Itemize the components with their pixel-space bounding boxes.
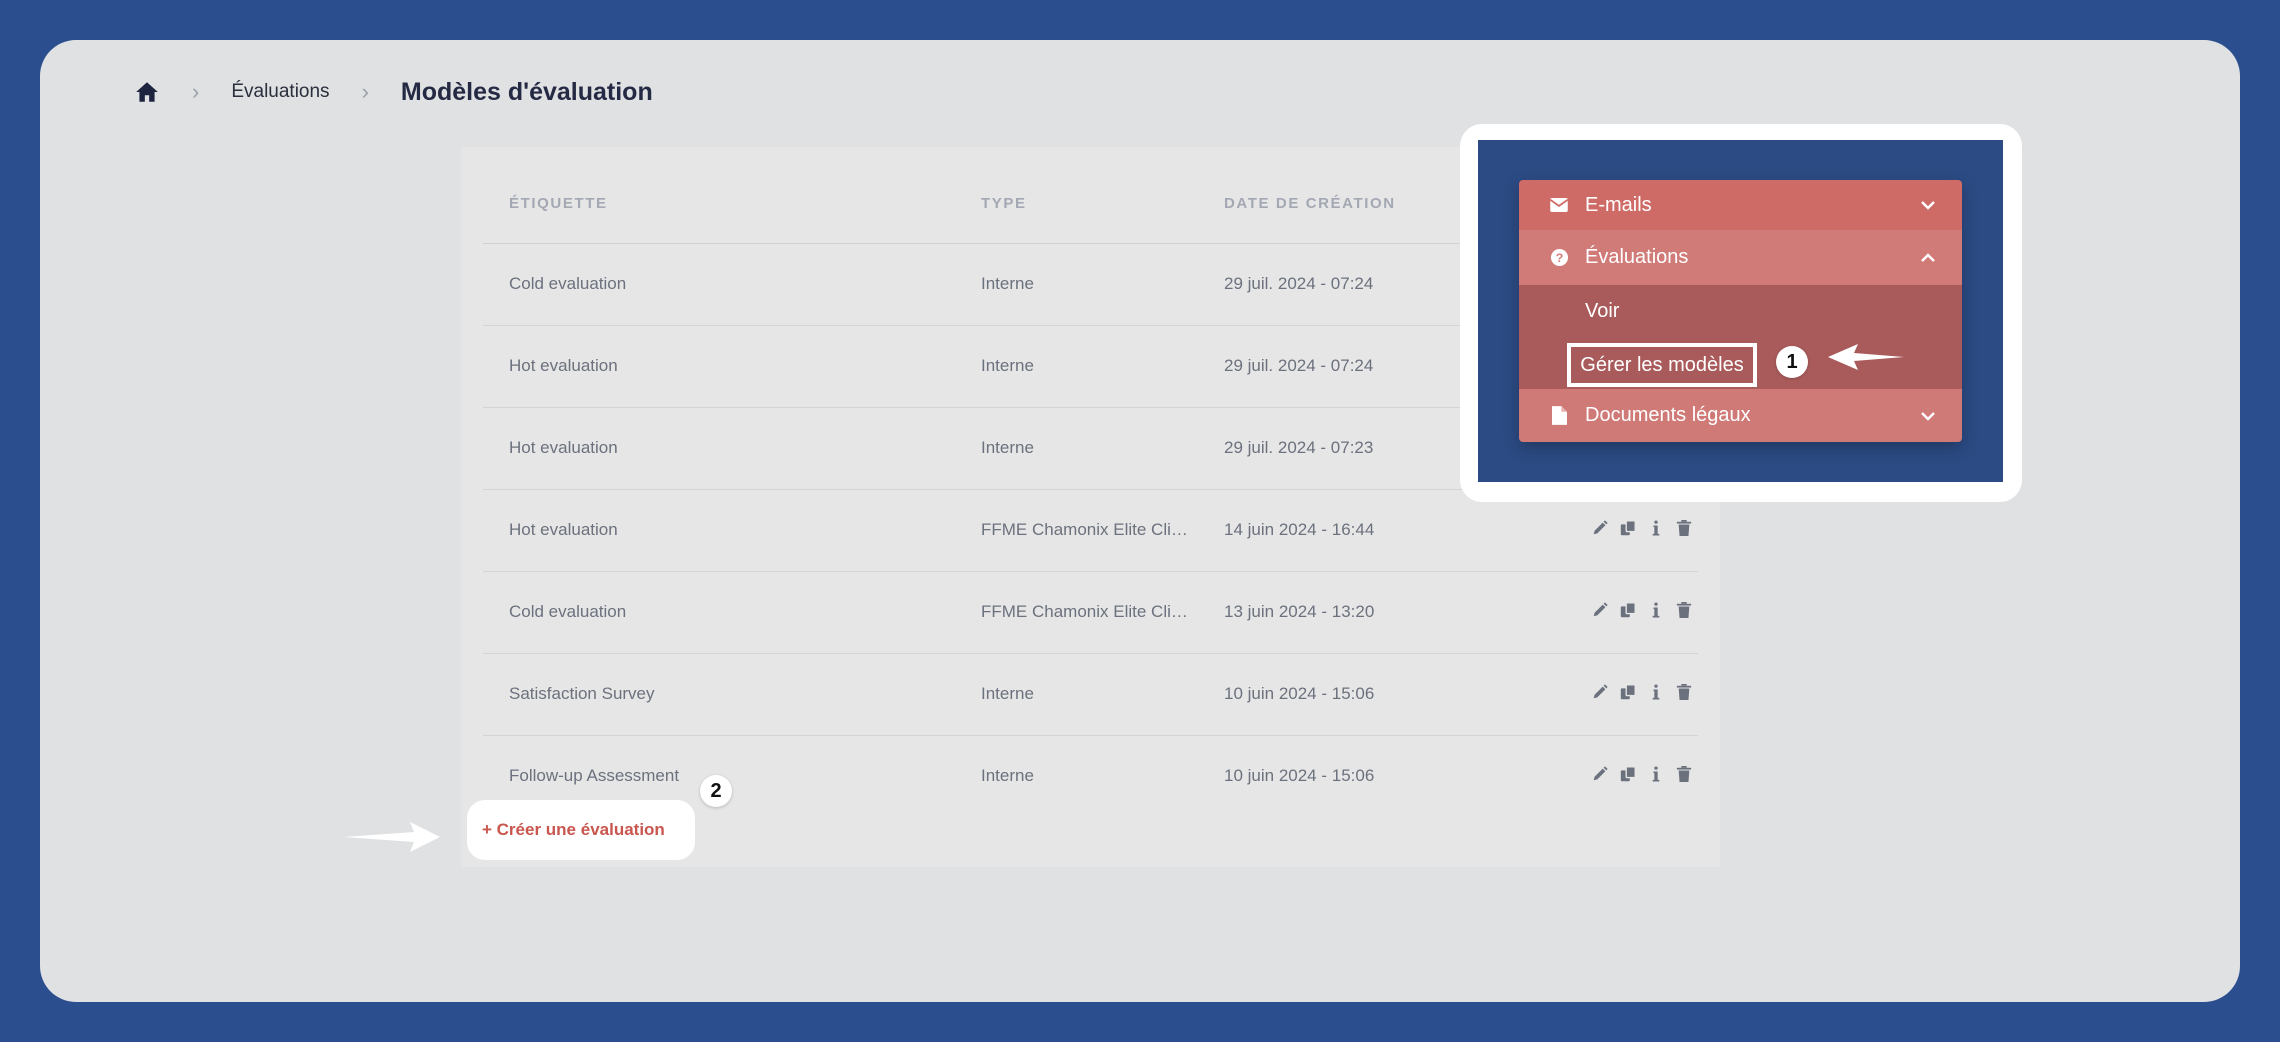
cell-type: FFME Chamonix Elite Climb... [981,520,1197,539]
home-icon[interactable] [134,79,160,105]
file-icon [1549,406,1569,426]
svg-text:?: ? [1555,251,1563,265]
chevron-up-icon [1921,252,1935,262]
step-2-badge: 2 [700,775,732,807]
cell-date: 13 juin 2024 - 13:20 [1224,602,1375,621]
create-evaluation-button[interactable]: + Créer une évaluation [467,800,695,860]
chevron-right-icon: › [361,79,369,104]
column-header-date[interactable]: DATE DE CRÉATION [1224,195,1396,212]
table-row[interactable]: Cold evaluation FFME Chamonix Elite Climb… [483,572,1698,654]
cell-date: 10 juin 2024 - 15:06 [1224,766,1375,785]
menu-item-legal-documents[interactable]: Documents légaux [1519,389,1962,442]
arrow-left-icon [1828,344,1904,370]
menu-item-evaluations[interactable]: ? Évaluations [1519,230,1962,285]
breadcrumb-evaluations-link[interactable]: Évaluations [231,81,329,103]
trash-icon[interactable] [1675,682,1693,702]
evaluations-submenu: Voir Gérer les modèles [1519,285,1962,389]
copy-icon[interactable] [1619,518,1637,538]
cell-label: Satisfaction Survey [509,684,655,703]
cell-label: Hot evaluation [509,438,618,457]
cell-type: Interne [981,766,1034,785]
row-actions [1591,600,1693,620]
cell-type: FFME Chamonix Elite Climb... [981,602,1197,621]
row-actions [1591,682,1693,702]
menu-item-label: E-mails [1585,193,1652,216]
column-header-type[interactable]: TYPE [981,195,1027,212]
copy-icon[interactable] [1619,764,1637,784]
cell-label: Cold evaluation [509,602,627,621]
info-icon[interactable] [1647,764,1665,784]
cell-date: 29 juil. 2024 - 07:24 [1224,274,1374,293]
row-actions [1591,764,1693,784]
copy-icon[interactable] [1619,600,1637,620]
column-header-label[interactable]: ÉTIQUETTE [509,195,608,212]
trash-icon[interactable] [1675,600,1693,620]
cell-label: Hot evaluation [509,520,618,539]
page-title: Modèles d'évaluation [400,77,653,106]
pencil-icon[interactable] [1591,682,1609,702]
info-icon[interactable] [1647,600,1665,620]
envelope-icon [1549,195,1569,215]
trash-icon[interactable] [1675,518,1693,538]
cell-date: 29 juil. 2024 - 07:24 [1224,356,1374,375]
submenu-item-manage-templates[interactable]: Gérer les modèles [1567,343,1757,387]
cell-type: Interne [981,438,1034,457]
table-row[interactable]: Hot evaluation FFME Chamonix Elite Climb.… [483,490,1698,572]
menu-item-label: Documents légaux [1585,404,1751,426]
pencil-icon[interactable] [1591,600,1609,620]
cell-date: 10 juin 2024 - 15:06 [1224,684,1375,703]
chevron-down-icon [1921,411,1935,421]
cell-type: Interne [981,684,1034,703]
submenu-item-voir[interactable]: Voir [1585,300,1619,323]
step-1-badge: 1 [1776,346,1808,378]
cell-type: Interne [981,274,1034,293]
breadcrumb: › Évaluations › Modèles d'évaluation [134,72,653,112]
pencil-icon[interactable] [1591,764,1609,784]
arrow-right-icon [344,822,440,852]
cell-label: Cold evaluation [509,274,627,293]
question-circle-icon: ? [1549,248,1569,268]
row-actions [1591,518,1693,538]
cell-date: 14 juin 2024 - 16:44 [1224,520,1375,539]
table-row[interactable]: Satisfaction Survey Interne 10 juin 2024 -… [483,654,1698,736]
copy-icon[interactable] [1619,682,1637,702]
pencil-icon[interactable] [1591,518,1609,538]
chevron-right-icon: › [192,79,200,104]
cell-label: Hot evaluation [509,356,618,375]
sidebar-menu: E-mails ? Évaluations Voir Gérer les mod… [1519,180,1962,442]
info-icon[interactable] [1647,518,1665,538]
info-icon[interactable] [1647,682,1665,702]
menu-item-label: Évaluations [1585,246,1689,268]
trash-icon[interactable] [1675,764,1693,784]
chevron-down-icon [1921,201,1935,210]
cell-type: Interne [981,356,1034,375]
menu-item-emails[interactable]: E-mails [1519,180,1962,230]
cell-date: 29 juil. 2024 - 07:23 [1224,438,1374,457]
